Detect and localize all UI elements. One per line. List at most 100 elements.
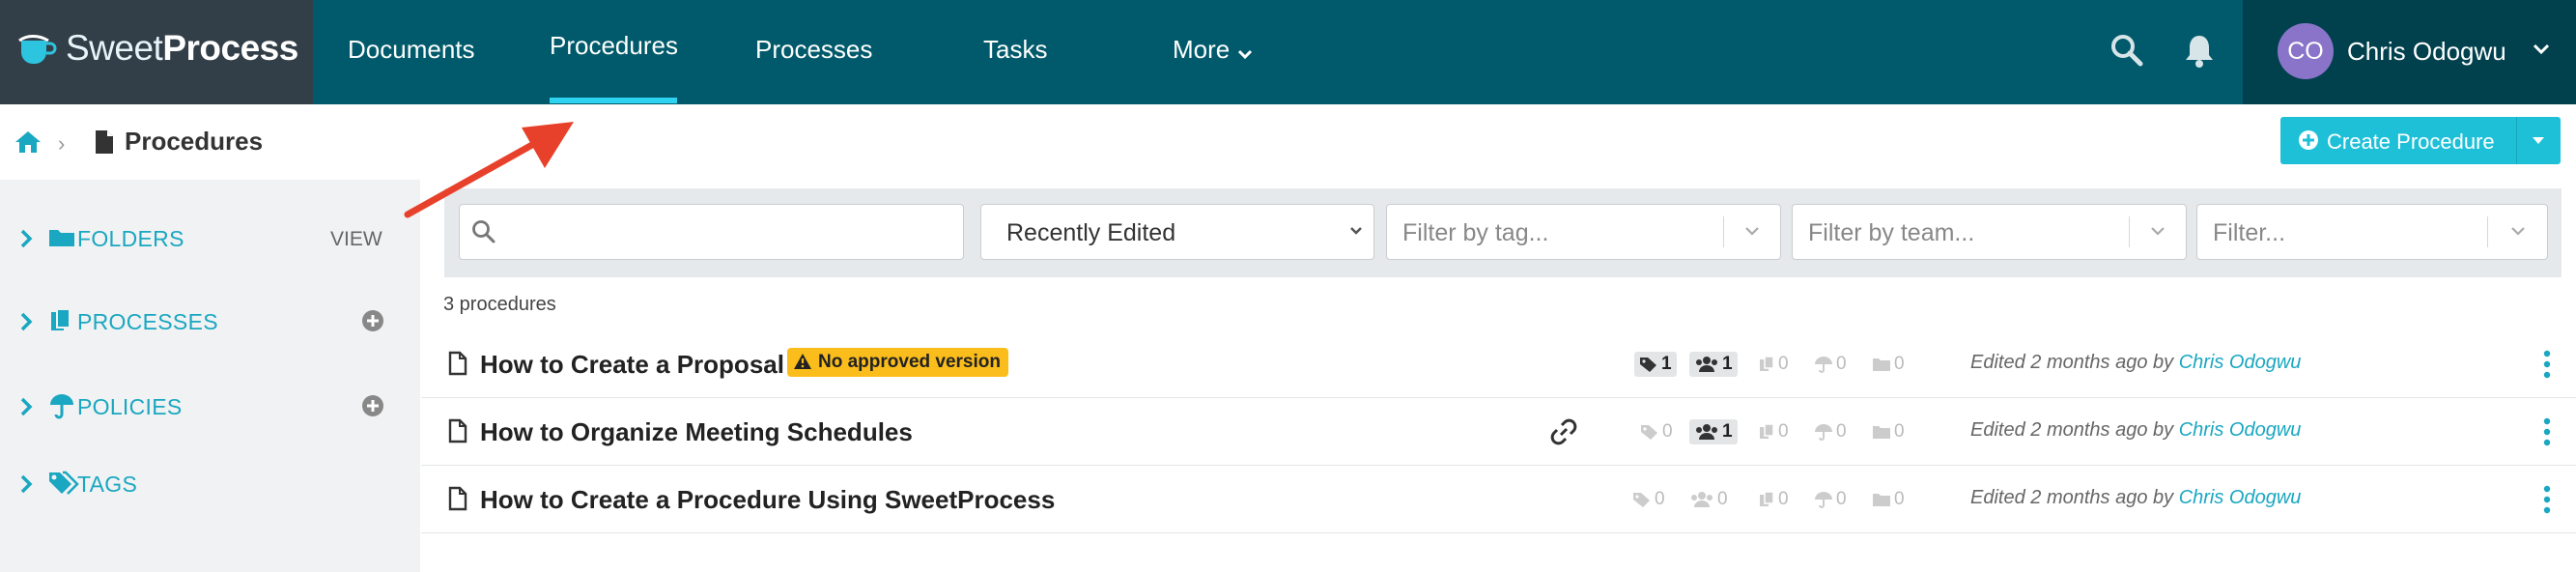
tag-icon [1641, 425, 1657, 440]
nav-documents[interactable]: Documents [348, 35, 475, 65]
umbrella-icon [48, 392, 75, 424]
other-filter-placeholder: Filter... [2213, 219, 2286, 246]
folder-count-value: 0 [1894, 354, 1905, 374]
chevron-right-icon [19, 228, 33, 254]
sidebar-item-tags[interactable]: TAGS [0, 456, 420, 514]
edited-info: Edited 2 months ago by Chris Odogwu [1970, 419, 2301, 442]
kebab-menu-icon[interactable] [2533, 481, 2562, 518]
chevron-right-icon [19, 396, 33, 422]
policy-count-value: 0 [1836, 421, 1847, 442]
tag-count-value: 1 [1661, 354, 1672, 374]
nav-processes[interactable]: Processes [755, 35, 872, 65]
chevron-down-icon [2508, 224, 2528, 243]
bell-icon[interactable] [2184, 33, 2215, 72]
team-count: 1 [1689, 352, 1738, 377]
link-icon[interactable] [1549, 417, 1578, 451]
procedure-title[interactable]: How to Create a Procedure Using SweetPro… [480, 485, 1055, 515]
folders-view-link[interactable]: VIEW [330, 228, 382, 251]
sidebar-item-label: PROCESSES [77, 309, 218, 334]
warning-icon [793, 351, 812, 380]
folder-count: 0 [1872, 352, 1905, 377]
kebab-menu-icon[interactable] [2533, 414, 2562, 450]
select-separator [2487, 216, 2488, 247]
sidebar-item-label: TAGS [77, 472, 138, 497]
policy-count-value: 0 [1836, 489, 1847, 509]
sidebar-item-folders[interactable]: FOLDERS VIEW [0, 211, 420, 269]
umbrella-icon [1815, 357, 1832, 373]
user-menu[interactable]: CO Chris Odogwu [2243, 0, 2576, 104]
chevron-down-icon [2533, 43, 2550, 60]
logo[interactable]: SweetProcess [0, 0, 313, 104]
tag-filter-select[interactable]: Filter by tag... [1386, 204, 1781, 260]
sort-select-value: Recently Edited [1006, 219, 1176, 246]
active-tab-underline [550, 98, 677, 103]
sidebar-item-processes[interactable]: PROCESSES [0, 294, 420, 352]
nav-procedures[interactable]: Procedures [550, 31, 678, 61]
document-icon [95, 129, 114, 159]
editor-link[interactable]: Chris Odogwu [2179, 352, 2302, 373]
editor-link[interactable]: Chris Odogwu [2179, 487, 2302, 508]
process-count: 0 [1758, 352, 1789, 377]
search-icon[interactable] [2109, 33, 2144, 72]
team-count: 1 [1689, 419, 1738, 444]
tag-icon [1633, 493, 1650, 507]
tags-icon [48, 470, 79, 501]
team-filter-select[interactable]: Filter by team... [1792, 204, 2187, 260]
tag-count-value: 0 [1662, 421, 1673, 442]
procedure-count: 3 procedures [443, 294, 556, 315]
kebab-menu-icon[interactable] [2533, 346, 2562, 383]
folder-count: 0 [1872, 419, 1905, 444]
home-icon[interactable] [14, 129, 42, 159]
folder-count-value: 0 [1894, 421, 1905, 442]
policy-count: 0 [1814, 419, 1847, 444]
document-outline-icon [448, 351, 467, 381]
brand-name: SweetProcess [66, 28, 298, 69]
breadcrumb-separator-icon: › [58, 131, 66, 156]
tag-count: 0 [1632, 487, 1665, 512]
sidebar-item-label: FOLDERS [77, 226, 184, 251]
add-policy-icon[interactable] [361, 394, 384, 422]
editor-link[interactable]: Chris Odogwu [2179, 419, 2302, 441]
tag-count-value: 0 [1655, 489, 1665, 509]
folder-icon [1873, 426, 1890, 439]
sidebar-item-policies[interactable]: POLICIES [0, 379, 420, 437]
copy-icon [1760, 356, 1774, 371]
copy-icon [1760, 491, 1774, 506]
status-badge: No approved version [787, 348, 1008, 377]
chevron-down-icon [2148, 224, 2167, 243]
edited-prefix: Edited 2 months ago by [1970, 487, 2179, 508]
nav-tasks[interactable]: Tasks [983, 35, 1047, 65]
tag-count: 0 [1640, 419, 1673, 444]
status-badge-label: No approved version [818, 352, 1001, 372]
team-count: 0 [1689, 487, 1728, 512]
procedure-row[interactable]: How to Organize Meeting Schedules 0 1 0 … [421, 398, 2576, 466]
create-procedure-button-group: Create Procedure [2280, 117, 2561, 164]
filter-bar: Recently Edited Filter by tag... Filter … [444, 188, 2562, 277]
tag-filter-placeholder: Filter by tag... [1402, 219, 1549, 246]
nav-more[interactable]: More [1173, 35, 1253, 67]
team-count-value: 0 [1717, 489, 1728, 509]
add-process-icon[interactable] [361, 309, 384, 337]
chevron-down-icon [1742, 224, 1762, 243]
team-filter-placeholder: Filter by team... [1808, 219, 1975, 246]
process-count-value: 0 [1778, 421, 1789, 442]
procedure-row[interactable]: How to Create a Proposal No approved ver… [421, 330, 2576, 398]
create-procedure-button[interactable]: Create Procedure [2280, 117, 2516, 164]
procedure-title[interactable]: How to Create a Proposal [480, 350, 784, 380]
cup-logo-icon [17, 33, 58, 71]
users-icon [1696, 357, 1717, 372]
folder-count-value: 0 [1894, 489, 1905, 509]
policy-count: 0 [1814, 352, 1847, 377]
sort-select[interactable]: Recently Edited [980, 204, 1374, 260]
edited-info: Edited 2 months ago by Chris Odogwu [1970, 487, 2301, 509]
procedure-title[interactable]: How to Organize Meeting Schedules [480, 417, 913, 447]
team-count-value: 1 [1722, 421, 1733, 442]
procedure-row[interactable]: How to Create a Procedure Using SweetPro… [421, 466, 2576, 533]
tag-icon [1640, 358, 1656, 372]
folder-count: 0 [1872, 487, 1905, 512]
process-count: 0 [1758, 487, 1789, 512]
tag-count: 1 [1634, 352, 1677, 377]
other-filter-select[interactable]: Filter... [2196, 204, 2548, 260]
create-options-dropdown[interactable] [2516, 117, 2561, 164]
chevron-down-icon [1237, 37, 1253, 67]
